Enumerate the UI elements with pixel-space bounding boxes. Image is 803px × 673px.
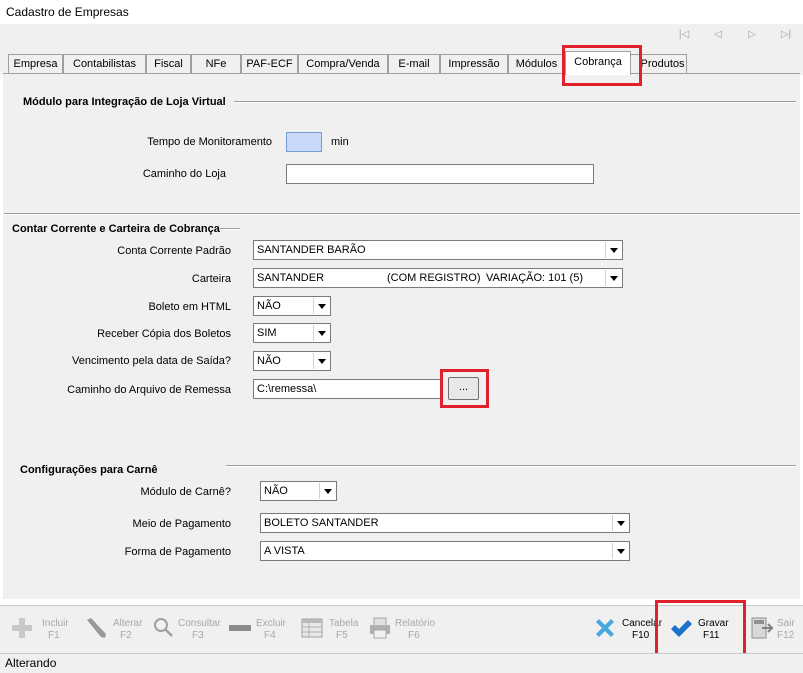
conta-value: SANTANDER BARÃO — [257, 244, 366, 256]
sair-label: Sair — [777, 618, 795, 629]
incluir-button[interactable]: Incluir F1 — [10, 612, 72, 648]
relatorio-key: F6 — [408, 630, 420, 641]
venc-select[interactable]: NÃO — [253, 351, 331, 371]
remessa-label: Caminho do Arquivo de Remessa — [67, 384, 231, 396]
tab-fiscal[interactable]: Fiscal — [146, 54, 191, 74]
tabela-label: Tabela — [329, 618, 359, 629]
highlight-browse-button — [440, 369, 489, 408]
carteira-select[interactable]: SANTANDER (COM REGISTRO) VARIAÇÃO: 101 (… — [253, 268, 623, 288]
tab-compra-venda[interactable]: Compra/Venda — [298, 54, 388, 74]
modulo-carne-value: NÃO — [264, 485, 288, 497]
remessa-input[interactable]: C:\remessa\ — [253, 379, 443, 399]
forma-label: Forma de Pagamento — [124, 546, 231, 558]
chevron-down-icon[interactable] — [313, 298, 329, 314]
alterar-button[interactable]: Alterar F2 — [84, 612, 144, 648]
minus-icon — [229, 625, 251, 631]
meio-label: Meio de Pagamento — [132, 518, 231, 530]
carne-group-title: Configurações para Carnê — [20, 464, 158, 476]
sair-button[interactable]: Sair F12 — [750, 612, 798, 648]
chevron-down-icon[interactable] — [612, 515, 628, 531]
meio-value: BOLETO SANTANDER — [264, 517, 379, 529]
loja-path-input[interactable] — [286, 164, 594, 184]
incluir-key: F1 — [48, 630, 60, 641]
highlight-cobranca-tab — [562, 45, 642, 86]
pencil-icon — [87, 618, 106, 638]
carteira-registro: (COM REGISTRO) — [387, 272, 481, 284]
monitor-unit: min — [331, 136, 349, 148]
copia-select[interactable]: SIM — [253, 323, 331, 343]
tab-paf-ecf[interactable]: PAF-ECF — [241, 54, 298, 74]
status-bar: Alterando — [0, 653, 803, 673]
cancel-x-icon — [596, 619, 614, 637]
excluir-button[interactable]: Excluir F4 — [228, 612, 288, 648]
conta-label: Conta Corrente Padrão — [117, 245, 231, 257]
monitor-label: Tempo de Monitoramento — [147, 136, 272, 148]
html-value: NÃO — [257, 300, 281, 312]
incluir-label: Incluir — [42, 618, 69, 629]
carteira-value: SANTANDER — [257, 272, 325, 284]
tab-email[interactable]: E-mail — [388, 54, 440, 74]
sair-key: F12 — [777, 630, 795, 641]
loja-path-label: Caminho do Loja — [142, 168, 226, 180]
exit-door-icon — [751, 617, 774, 639]
monitor-input[interactable] — [286, 132, 322, 152]
status-text: Alterando — [5, 656, 57, 670]
alterar-label: Alterar — [113, 618, 143, 629]
venc-value: NÃO — [257, 355, 281, 367]
highlight-gravar-button — [655, 600, 746, 659]
plus-icon — [12, 618, 32, 638]
copia-label: Receber Cópia dos Boletos — [97, 328, 231, 340]
divider — [4, 213, 800, 215]
divider — [226, 465, 796, 467]
search-icon — [154, 618, 173, 637]
modulo-carne-select[interactable]: NÃO — [260, 481, 337, 501]
venc-label: Vencimento pela data de Saída? — [71, 355, 231, 367]
chevron-down-icon[interactable] — [612, 543, 628, 559]
tab-modulos[interactable]: Módulos — [508, 54, 565, 74]
chevron-down-icon[interactable] — [319, 483, 335, 499]
consultar-label: Consultar — [178, 618, 221, 629]
first-record-icon[interactable]: |◁ — [676, 29, 692, 43]
next-record-icon[interactable]: ▷ — [744, 29, 760, 43]
cancelar-key: F10 — [632, 630, 650, 641]
cancelar-button[interactable]: Cancelar F10 — [593, 612, 662, 648]
record-nav-bar: |◁ ◁ ▷ ▷| — [0, 24, 803, 48]
consultar-key: F3 — [192, 630, 204, 641]
carteira-variacao: VARIAÇÃO: 101 (5) — [486, 272, 583, 284]
meio-select[interactable]: BOLETO SANTANDER — [260, 513, 630, 533]
tab-empresa[interactable]: Empresa — [8, 54, 63, 74]
modulo-carne-label: Módulo de Carnê? — [140, 486, 231, 498]
excluir-label: Excluir — [256, 618, 287, 629]
carteira-label: Carteira — [191, 273, 231, 285]
conta-select[interactable]: SANTANDER BARÃO — [253, 240, 623, 260]
html-select[interactable]: NÃO — [253, 296, 331, 316]
loja-group-title: Módulo para Integração de Loja Virtual — [23, 96, 226, 108]
chevron-down-icon[interactable] — [605, 242, 621, 258]
copia-value: SIM — [257, 327, 277, 339]
chevron-down-icon[interactable] — [313, 325, 329, 341]
chevron-down-icon[interactable] — [605, 270, 621, 286]
divider — [220, 228, 240, 230]
cobranca-group-title: Contar Corrente e Carteira de Cobrança — [12, 223, 220, 235]
tabela-button[interactable]: Tabela F5 — [300, 612, 360, 648]
divider — [234, 101, 796, 103]
window-title: Cadastro de Empresas — [0, 0, 803, 24]
consultar-button[interactable]: Consultar F3 — [152, 612, 222, 648]
table-icon — [301, 618, 323, 638]
tabela-key: F5 — [336, 630, 348, 641]
last-record-icon[interactable]: ▷| — [778, 29, 794, 43]
printer-icon — [370, 617, 390, 639]
chevron-down-icon[interactable] — [313, 353, 329, 369]
tab-impressao[interactable]: Impressão — [440, 54, 508, 74]
alterar-key: F2 — [120, 630, 132, 641]
html-label: Boleto em HTML — [148, 301, 231, 313]
forma-value: A VISTA — [264, 545, 305, 557]
tab-contabilistas[interactable]: Contabilistas — [63, 54, 146, 74]
prev-record-icon[interactable]: ◁ — [710, 29, 726, 43]
excluir-key: F4 — [264, 630, 276, 641]
tab-nfe[interactable]: NFe — [191, 54, 241, 74]
relatorio-button[interactable]: Relatório F6 — [368, 612, 436, 648]
forma-select[interactable]: A VISTA — [260, 541, 630, 561]
relatorio-label: Relatório — [395, 618, 436, 629]
